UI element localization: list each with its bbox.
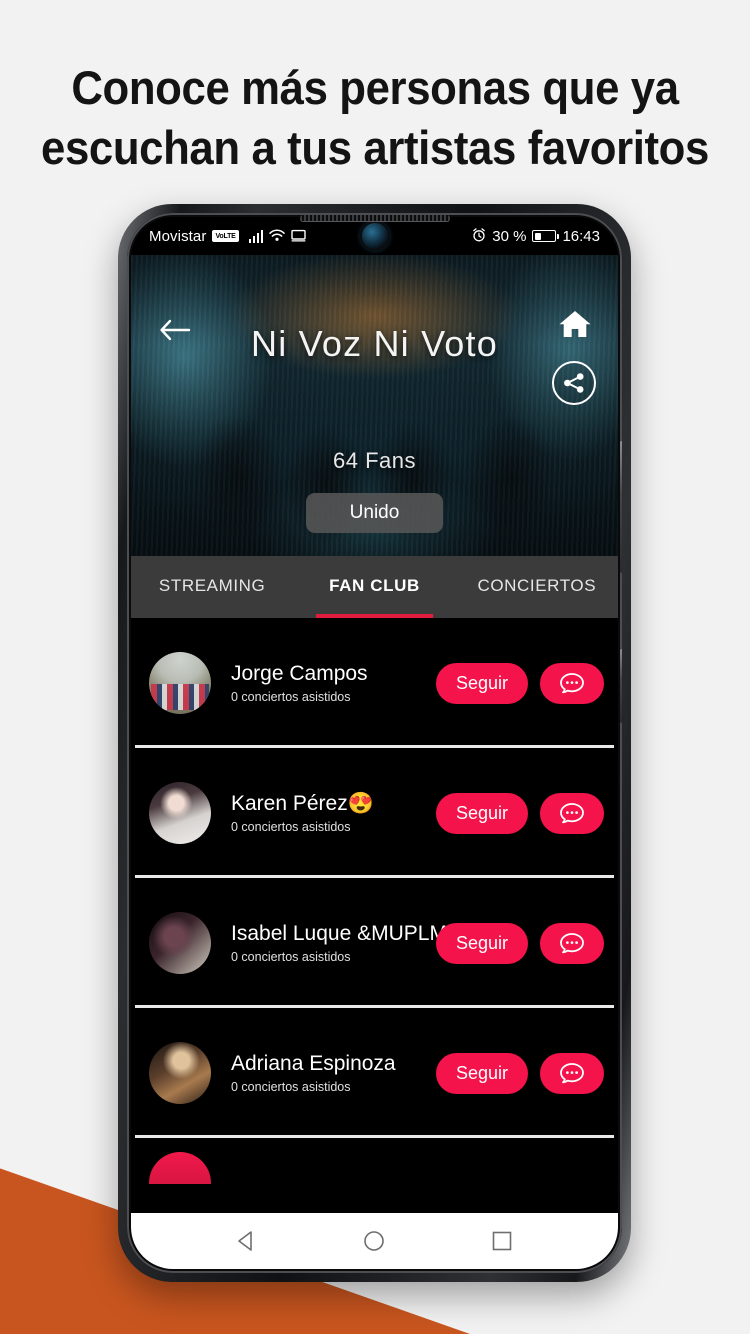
headline-line-1: Conoce más personas que ya [71,61,679,114]
fan-list-item[interactable]: Isabel Luque &MUPLMT 0 conciertos asisti… [131,878,618,1008]
nav-home-icon[interactable] [350,1217,398,1265]
join-fanclub-button[interactable]: Unido [305,493,444,533]
fan-row-actions: Seguir [435,1052,604,1094]
section-tabs: STREAMING FAN CLUB CONCIERTOS [131,556,618,618]
fan-list-item[interactable]: Karen Pérez😍 0 conciertos asistidos Segu… [131,748,618,878]
tab-streaming[interactable]: STREAMING [131,556,293,618]
volte-badge: VoLTE [212,230,239,242]
battery-percent-label: 30 % [492,227,527,245]
home-icon[interactable] [558,309,592,339]
status-bar: Movistar VoLTE 30 % 16:43 [131,217,618,255]
nav-recents-icon[interactable] [478,1217,526,1265]
fan-concerts-attended: 0 conciertos asistidos [231,690,351,705]
fan-row-actions: Seguir [435,662,604,704]
avatar[interactable] [149,782,211,844]
fan-info: Isabel Luque &MUPLMT 0 conciertos asisti… [231,921,460,965]
volume-button[interactable] [620,441,622,573]
fan-info: Adriana Espinoza 0 conciertos asistidos [231,1052,436,1095]
fan-info: Jorge Campos 0 conciertos asistidos [231,662,436,705]
join-button-container: Unido [131,493,618,533]
tab-fan-club[interactable]: FAN CLUB [293,556,455,618]
alarm-clock-icon [472,228,486,244]
screen-cast-icon [291,229,306,244]
fan-concerts-attended: 0 conciertos asistidos [231,950,351,965]
status-bar-left: Movistar VoLTE [149,228,306,245]
carrier-label: Movistar [149,227,207,245]
fan-row-actions: Seguir [435,792,604,834]
artist-hero-banner: Ni Voz Ni Voto 64 Fans Unido [131,255,618,556]
avatar[interactable] [149,1042,211,1104]
status-bar-right: 30 % 16:43 [472,228,600,245]
chat-bubble-icon[interactable] [540,662,604,704]
fan-name: Isabel Luque &MUPLMT [231,921,460,945]
fan-list-item-partial[interactable] [131,1138,618,1184]
android-navigation-bar [131,1213,618,1269]
phone-device-frame: Movistar VoLTE 30 % 16:43 Ni Voz Ni Voto… [118,204,631,1282]
follow-button[interactable]: Seguir [435,1052,528,1094]
fan-club-list: Jorge Campos 0 conciertos asistidos Segu… [131,618,618,1213]
avatar[interactable] [149,912,211,974]
follow-button[interactable]: Seguir [435,662,528,704]
fans-count-label: 64 Fans [333,448,416,473]
avatar[interactable] [149,1152,211,1184]
power-button[interactable] [620,649,622,723]
fan-row-actions: Seguir [435,922,604,964]
front-camera-punch-hole [361,223,388,249]
nav-back-icon[interactable] [223,1217,271,1265]
phone-screen: Movistar VoLTE 30 % 16:43 Ni Voz Ni Voto… [131,217,618,1269]
wifi-icon [269,229,285,244]
chat-bubble-icon[interactable] [540,922,604,964]
fan-concerts-attended: 0 conciertos asistidos [231,1080,351,1095]
fan-name: Adriana Espinoza [231,1051,396,1075]
avatar[interactable] [149,652,211,714]
follow-button[interactable]: Seguir [435,792,528,834]
clock-label: 16:43 [562,227,600,245]
phone-bezel: Movistar VoLTE 30 % 16:43 Ni Voz Ni Voto… [127,213,622,1273]
back-arrow-icon[interactable] [159,317,191,343]
fan-concerts-attended: 0 conciertos asistidos [231,820,351,835]
tab-conciertos[interactable]: CONCIERTOS [456,556,618,618]
chat-bubble-icon[interactable] [540,792,604,834]
earpiece-grille-icon [299,215,450,221]
share-icon[interactable] [552,361,596,405]
battery-icon [532,230,560,242]
follow-button[interactable]: Seguir [435,922,528,964]
signal-bars-icon [248,229,264,243]
fan-list-item[interactable]: Jorge Campos 0 conciertos asistidos Segu… [131,618,618,748]
artist-name: Ni Voz Ni Voto [251,323,498,364]
fan-name: Karen Pérez😍 [231,791,374,815]
headline-line-2: escuchan a tus artistas favoritos [41,121,709,175]
chat-bubble-icon[interactable] [540,1052,604,1094]
fan-name: Jorge Campos [231,661,368,685]
page-title: Conoce más personas que ya escuchan a tu… [26,58,724,178]
fan-info: Karen Pérez😍 0 conciertos asistidos [231,792,436,835]
fan-list-item[interactable]: Adriana Espinoza 0 conciertos asistidos … [131,1008,618,1138]
